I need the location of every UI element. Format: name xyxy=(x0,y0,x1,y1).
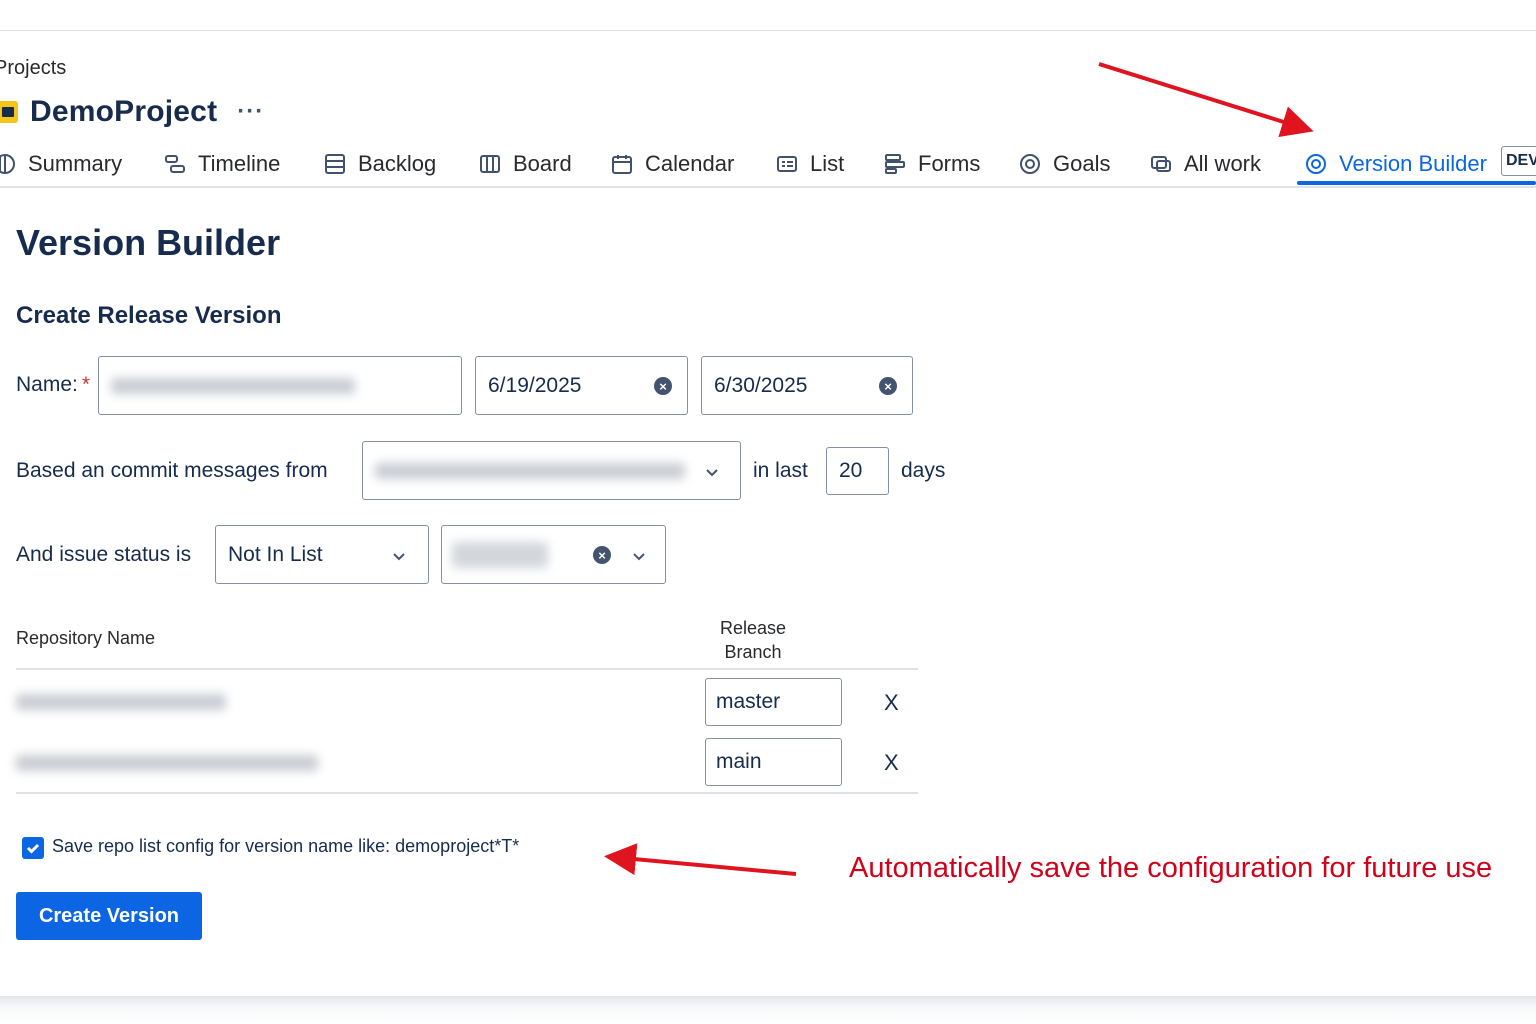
column-header-branch-line2: Branch xyxy=(724,642,782,662)
column-header-repository: Repository Name xyxy=(16,628,156,648)
forms-icon xyxy=(885,154,905,174)
backlog-icon xyxy=(325,154,345,174)
save-config-label: Save repo list config for version name l… xyxy=(52,836,520,856)
calendar-icon xyxy=(612,155,632,174)
chevron-down-icon xyxy=(391,546,407,562)
end-date-value: 6/30/2025 xyxy=(714,373,808,397)
more-actions-icon[interactable]: ··· xyxy=(237,100,264,124)
section-title: Create Release Version xyxy=(16,302,282,329)
page-title: Version Builder xyxy=(16,222,281,263)
tab-label: Timeline xyxy=(198,151,281,176)
name-label: Name: * xyxy=(16,373,90,397)
branch-value: master xyxy=(716,690,781,713)
clear-icon[interactable]: × xyxy=(593,546,611,564)
checkmark-icon xyxy=(26,843,40,854)
tab-label: Forms xyxy=(918,151,981,176)
annotation-text: Automatically save the configuration for… xyxy=(849,852,1493,884)
active-tab-indicator xyxy=(1297,181,1536,185)
tab-label: Backlog xyxy=(358,151,437,176)
column-header-branch-line1: Release xyxy=(719,618,787,638)
project-title: DemoProject xyxy=(30,95,218,128)
redacted-value xyxy=(375,462,685,479)
tab-board[interactable]: Board xyxy=(479,140,572,188)
column-header-branch: Release Branch xyxy=(718,616,788,664)
end-date-field[interactable]: 6/30/2025 × xyxy=(701,356,913,415)
tab-summary[interactable]: Summary xyxy=(0,140,122,188)
clear-icon[interactable]: × xyxy=(654,377,672,395)
status-operator-select[interactable]: Not In List xyxy=(215,525,429,584)
redacted-repository-name xyxy=(16,755,318,771)
clear-icon[interactable]: × xyxy=(879,377,897,395)
tab-label: All work xyxy=(1184,151,1262,176)
arrow-to-version-builder xyxy=(1098,62,1314,138)
name-label-text: Name: xyxy=(16,373,78,396)
redacted-value xyxy=(111,377,355,394)
project-avatar-icon xyxy=(0,101,18,123)
create-version-button[interactable]: Create Version xyxy=(16,892,202,940)
tab-calendar[interactable]: Calendar xyxy=(611,140,734,188)
list-icon xyxy=(777,156,797,172)
goals-icon xyxy=(1020,154,1040,174)
dev-badge: DEV xyxy=(1501,146,1536,176)
days-label: days xyxy=(901,459,946,482)
tab-backlog[interactable]: Backlog xyxy=(324,140,436,188)
tab-label: Version Builder xyxy=(1339,151,1487,176)
release-branch-input[interactable]: main xyxy=(705,738,842,786)
branch-value: main xyxy=(716,750,762,773)
required-marker: * xyxy=(81,373,91,396)
release-branch-input[interactable]: master xyxy=(705,678,842,726)
table-header-divider xyxy=(16,668,918,670)
chevron-down-icon xyxy=(631,546,647,562)
redacted-repository-name xyxy=(16,694,226,710)
commit-source-label: Based an commit messages from xyxy=(16,459,328,482)
in-last-label: in last xyxy=(753,459,808,482)
table-bottom-divider xyxy=(16,792,918,794)
tab-timeline[interactable]: Timeline xyxy=(164,140,280,188)
remove-row-button[interactable]: X xyxy=(884,690,899,716)
project-header: DemoProject ··· xyxy=(0,92,264,132)
start-date-value: 6/19/2025 xyxy=(488,373,582,397)
redacted-value xyxy=(452,541,548,568)
version-builder-icon xyxy=(1306,154,1326,174)
days-input[interactable]: 20 xyxy=(826,447,889,495)
tab-label: Board xyxy=(513,151,572,176)
version-name-input[interactable] xyxy=(98,356,462,415)
remove-row-button[interactable]: X xyxy=(884,750,899,776)
all-work-icon xyxy=(1151,156,1171,172)
tab-label: Goals xyxy=(1053,151,1111,176)
breadcrumb-projects[interactable]: Projects xyxy=(0,57,66,80)
commit-source-select[interactable] xyxy=(362,441,741,500)
days-value: 20 xyxy=(839,459,863,482)
tab-goals[interactable]: Goals xyxy=(1019,140,1110,188)
timeline-icon xyxy=(165,155,185,173)
board-icon xyxy=(480,155,500,173)
top-bar xyxy=(0,0,1536,31)
status-values-select[interactable]: × xyxy=(441,525,666,584)
status-operator-value: Not In List xyxy=(228,542,323,566)
tab-label: List xyxy=(810,151,845,176)
tab-forms[interactable]: Forms xyxy=(884,140,980,188)
save-config-checkbox[interactable] xyxy=(22,837,44,859)
start-date-field[interactable]: 6/19/2025 × xyxy=(475,356,688,415)
tab-label: Summary xyxy=(28,151,123,176)
tab-label: Calendar xyxy=(645,151,735,176)
tab-list[interactable]: List xyxy=(776,140,844,188)
summary-icon xyxy=(0,154,15,174)
bottom-shadow xyxy=(0,996,1536,1024)
arrow-to-save-config xyxy=(604,843,797,876)
tab-all-work[interactable]: All work xyxy=(1150,140,1261,188)
chevron-down-icon xyxy=(704,462,720,478)
issue-status-label: And issue status is xyxy=(16,543,192,566)
